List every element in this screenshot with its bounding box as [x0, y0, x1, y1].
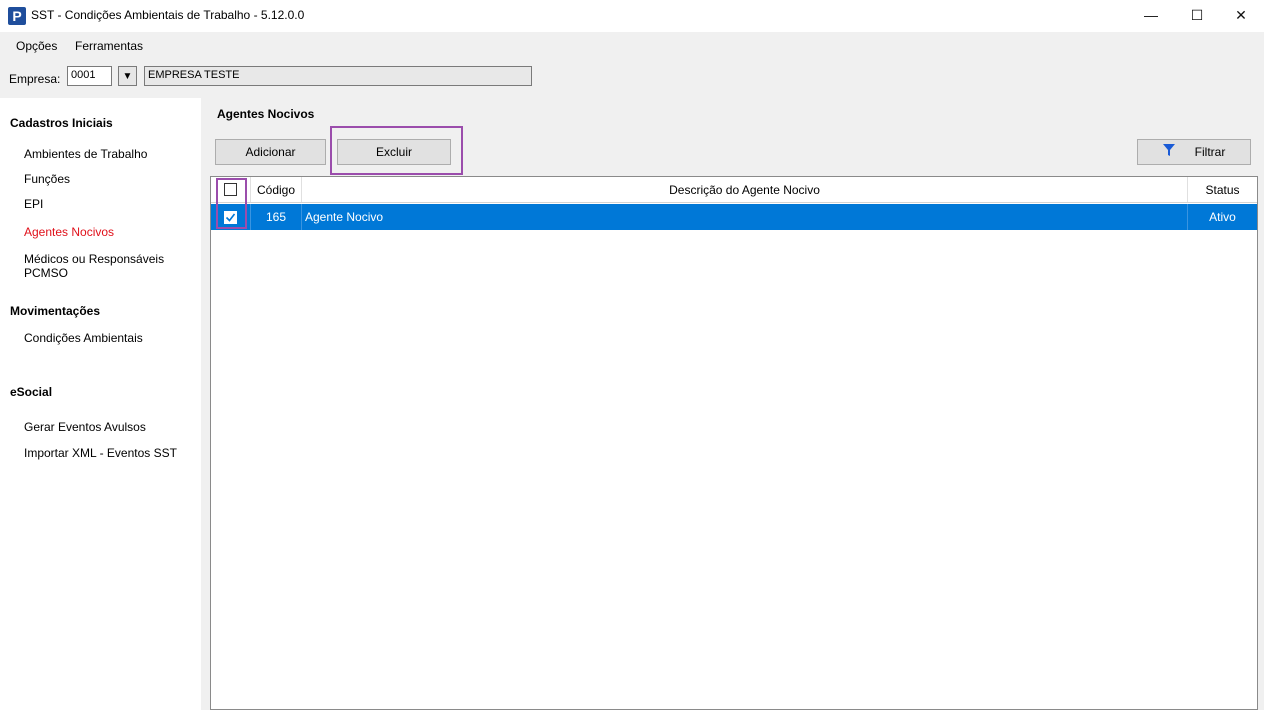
sidebar-item-epi[interactable]: EPI: [24, 197, 43, 211]
menu-opcoes[interactable]: Opções: [16, 39, 57, 53]
sidebar-item-medicos[interactable]: Médicos ou Responsáveis PCMSO: [24, 252, 201, 280]
sidebar-item-ambientes[interactable]: Ambientes de Trabalho: [24, 147, 147, 161]
minimize-button[interactable]: —: [1128, 0, 1174, 30]
maximize-button[interactable]: ☐: [1174, 0, 1220, 30]
delete-button[interactable]: Excluir: [337, 139, 451, 165]
sidebar-item-funcoes[interactable]: Funções: [24, 172, 70, 186]
sidebar-section-movimentacoes: Movimentações: [10, 304, 101, 318]
title-bar: P SST - Condições Ambientais de Trabalho…: [0, 0, 1264, 32]
sidebar-section-cadastros: Cadastros Iniciais: [10, 116, 113, 130]
app-icon: P: [8, 7, 26, 25]
table-row[interactable]: 165 Agente Nocivo Ativo: [211, 204, 1257, 230]
filter-button[interactable]: Filtrar: [1137, 139, 1251, 165]
header-descricao[interactable]: Descrição do Agente Nocivo: [302, 177, 1188, 202]
empresa-code-field[interactable]: 0001: [67, 66, 112, 86]
row-codigo: 165: [251, 204, 302, 230]
row-descricao: Agente Nocivo: [302, 204, 1188, 230]
menu-bar: Opções Ferramentas: [0, 32, 1264, 60]
sidebar-item-importar-xml[interactable]: Importar XML - Eventos SST: [24, 446, 177, 460]
add-button[interactable]: Adicionar: [215, 139, 326, 165]
close-button[interactable]: ✕: [1218, 0, 1264, 30]
empresa-bar: Empresa: 0001 ▼ EMPRESA TESTE: [0, 60, 1264, 90]
empresa-dropdown-button[interactable]: ▼: [118, 66, 137, 86]
filter-label: Filtrar: [1194, 145, 1226, 159]
sidebar-item-gerar-eventos[interactable]: Gerar Eventos Avulsos: [24, 420, 146, 434]
header-select-all[interactable]: [211, 177, 251, 202]
sidebar-item-agentes-nocivos[interactable]: Agentes Nocivos: [24, 225, 114, 239]
sidebar: Cadastros Iniciais Ambientes de Trabalho…: [0, 98, 201, 710]
empresa-label: Empresa:: [9, 72, 61, 86]
window-title: SST - Condições Ambientais de Trabalho -…: [31, 8, 305, 22]
row-status: Ativo: [1209, 210, 1236, 224]
row-checkbox[interactable]: [224, 210, 237, 224]
empresa-name-field: EMPRESA TESTE: [144, 66, 532, 86]
filter-icon: [1162, 144, 1175, 160]
page-title: Agentes Nocivos: [217, 107, 315, 121]
header-codigo[interactable]: Código: [251, 177, 302, 202]
sidebar-section-esocial: eSocial: [10, 385, 53, 399]
sidebar-item-condicoes[interactable]: Condições Ambientais: [24, 331, 143, 345]
agentes-table: Código Descrição do Agente Nocivo Status…: [210, 176, 1258, 710]
header-status[interactable]: Status: [1188, 177, 1257, 202]
menu-ferramentas[interactable]: Ferramentas: [75, 39, 143, 53]
table-header: Código Descrição do Agente Nocivo Status: [211, 177, 1257, 203]
row-select-cell[interactable]: [211, 204, 251, 230]
select-all-checkbox[interactable]: [224, 183, 237, 196]
